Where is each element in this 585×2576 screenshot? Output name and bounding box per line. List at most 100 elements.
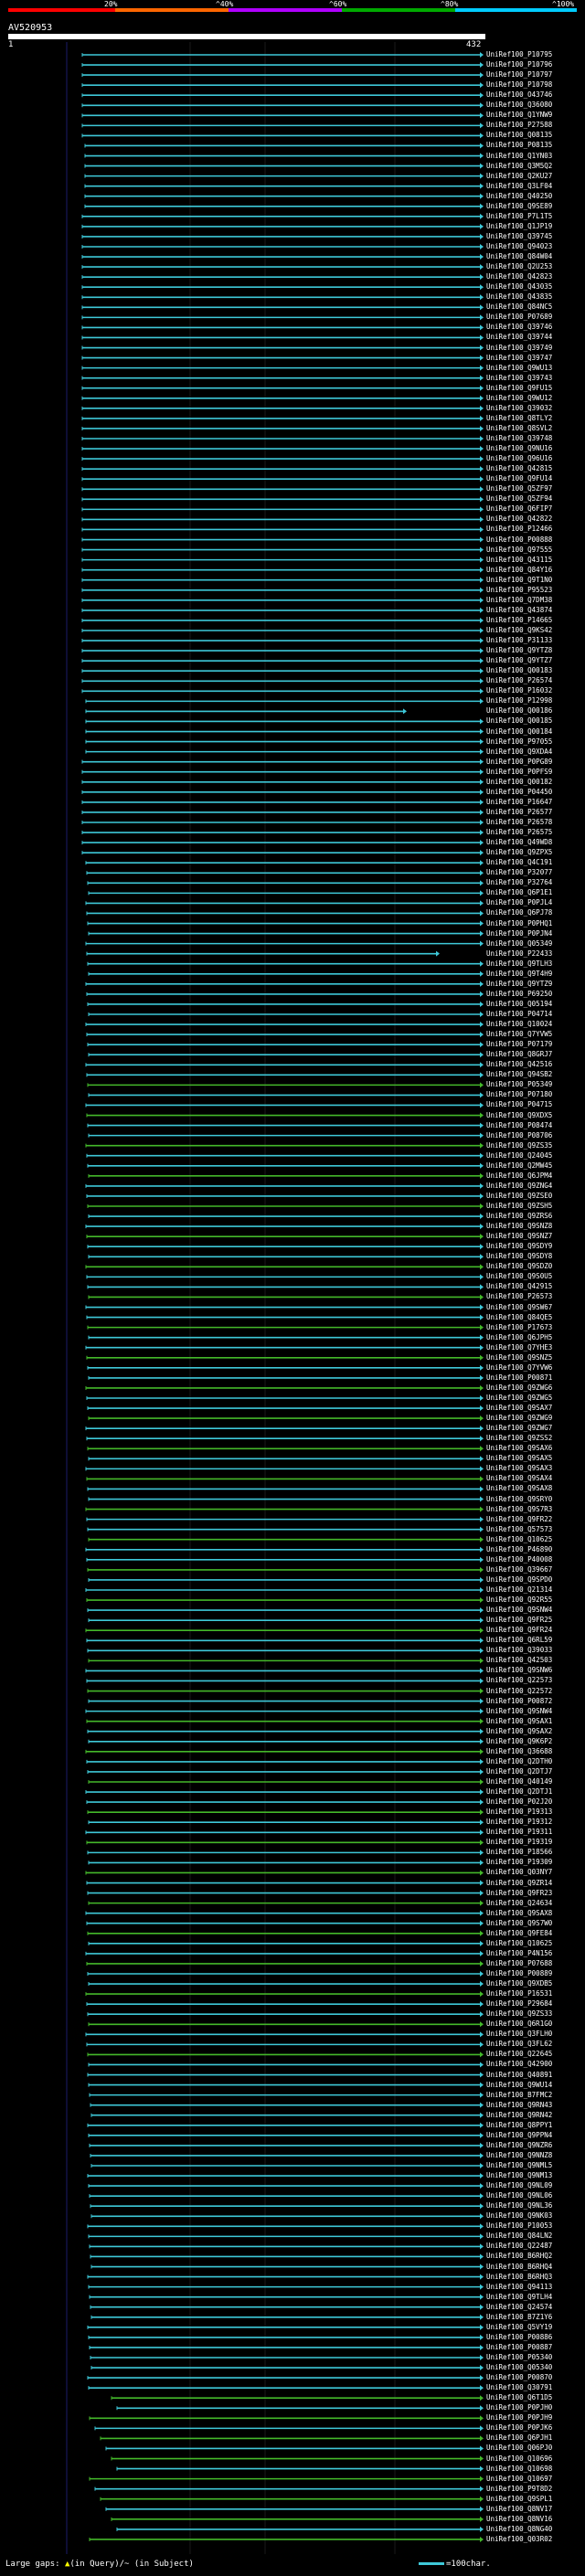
hit-label[interactable]: UniRef100_Q9RN43	[486, 2101, 552, 2109]
hit-label[interactable]: UniRef100_Q39667	[486, 1565, 552, 1574]
hit-label[interactable]: UniRef100_Q10698	[486, 2465, 552, 2473]
hit-label[interactable]: UniRef100_Q10625	[486, 1939, 552, 1947]
hit-label[interactable]: UniRef100_P31133	[486, 637, 552, 644]
hit-label[interactable]: UniRef100_Q9NL06	[486, 2192, 552, 2200]
hit-label[interactable]: UniRef100_Q9WU12	[486, 394, 552, 402]
hit-label[interactable]: UniRef100_Q9ZWG5	[486, 1394, 552, 1402]
hit-label[interactable]: UniRef100_P04714	[486, 1011, 552, 1018]
hit-label[interactable]: UniRef100_P7L1T5	[486, 212, 552, 220]
hit-label[interactable]: UniRef100_Q9S7R3	[486, 1505, 552, 1513]
hit-label[interactable]: UniRef100_P10053	[486, 2222, 552, 2230]
hit-label[interactable]: UniRef100_P07689	[486, 313, 552, 321]
hit-label[interactable]: UniRef100_Q7YHE3	[486, 1343, 552, 1352]
hit-label[interactable]: UniRef100_Q9WU13	[486, 364, 552, 372]
hit-label[interactable]: UniRef100_P16647	[486, 798, 552, 806]
hit-label[interactable]: UniRef100_Q5ZF94	[486, 495, 552, 503]
hit-label[interactable]: UniRef100_Q24574	[486, 2303, 552, 2311]
hit-label[interactable]: UniRef100_Q9WU14	[486, 2081, 552, 2089]
hit-label[interactable]: UniRef100_P08135	[486, 142, 552, 149]
hit-label[interactable]: UniRef100_Q9XDX5	[486, 1111, 552, 1119]
hit-label[interactable]: UniRef100_B6RHQ2	[486, 2253, 552, 2260]
hit-label[interactable]: UniRef100_P07180	[486, 1091, 552, 1098]
hit-label[interactable]: UniRef100_Q9SPL1	[486, 2495, 552, 2503]
hit-label[interactable]: UniRef100_Q84W04	[486, 253, 552, 260]
hit-label[interactable]: UniRef100_P95523	[486, 586, 552, 594]
hit-label[interactable]: UniRef100_Q84Y16	[486, 566, 552, 574]
hit-label[interactable]: UniRef100_Q9ZWG9	[486, 1415, 552, 1422]
hit-label[interactable]: UniRef100_Q9ZPX5	[486, 849, 552, 856]
hit-label[interactable]: UniRef100_P04450	[486, 788, 552, 796]
hit-label[interactable]: UniRef100_P26573	[486, 1293, 552, 1300]
hit-label[interactable]: UniRef100_Q9SAX3	[486, 1465, 552, 1472]
hit-label[interactable]: UniRef100_Q9SAX4	[486, 1475, 552, 1482]
hit-label[interactable]: UniRef100_Q8TLY2	[486, 414, 552, 422]
hit-label[interactable]: UniRef100_Q9KS42	[486, 627, 552, 634]
hit-label[interactable]: UniRef100_Q9FR22	[486, 1515, 552, 1523]
hit-label[interactable]: UniRef100_Q00186	[486, 707, 552, 715]
hit-label[interactable]: UniRef100_Q9PPN4	[486, 2131, 552, 2139]
hit-label[interactable]: UniRef100_Q2U253	[486, 263, 552, 270]
hit-label[interactable]: UniRef100_Q00183	[486, 667, 552, 674]
hit-label[interactable]: UniRef100_Q9NNZ8	[486, 2151, 552, 2159]
hit-label[interactable]: UniRef100_Q9SNZ5	[486, 1353, 552, 1362]
hit-label[interactable]: UniRef100_P10795	[486, 51, 552, 58]
hit-label[interactable]: UniRef100_Q9SE89	[486, 202, 552, 210]
hit-label[interactable]: UniRef100_P0PJL4	[486, 899, 552, 906]
hit-label[interactable]: UniRef100_Q24045	[486, 1151, 552, 1160]
hit-label[interactable]: UniRef100_B7Z1Y6	[486, 2313, 552, 2321]
hit-label[interactable]: UniRef100_P10798	[486, 81, 552, 89]
hit-label[interactable]: UniRef100_P00886	[486, 2333, 552, 2341]
hit-label[interactable]: UniRef100_Q94023	[486, 243, 552, 250]
hit-label[interactable]: UniRef100_Q9SNW4	[486, 1707, 552, 1715]
hit-label[interactable]: UniRef100_Q9NL36	[486, 2202, 552, 2210]
hit-label[interactable]: UniRef100_Q39749	[486, 344, 552, 352]
hit-label[interactable]: UniRef100_Q9TLH3	[486, 959, 552, 968]
hit-label[interactable]: UniRef100_P29684	[486, 2000, 552, 2008]
hit-label[interactable]: UniRef100_Q9NML5	[486, 2162, 552, 2169]
hit-label[interactable]: UniRef100_Q9FU15	[486, 384, 552, 392]
hit-label[interactable]: UniRef100_Q9SNZ7	[486, 1233, 552, 1240]
hit-label[interactable]: UniRef100_Q2KU27	[486, 172, 552, 180]
hit-label[interactable]: UniRef100_Q9SRY0	[486, 1495, 552, 1503]
hit-label[interactable]: UniRef100_Q3M5Q2	[486, 162, 552, 170]
hit-label[interactable]: UniRef100_P00871	[486, 1373, 552, 1382]
hit-label[interactable]: UniRef100_P40008	[486, 1555, 552, 1564]
hit-label[interactable]: UniRef100_Q10697	[486, 2475, 552, 2483]
hit-label[interactable]: UniRef100_Q10625	[486, 1535, 552, 1543]
hit-label[interactable]: UniRef100_P10797	[486, 71, 552, 79]
hit-label[interactable]: UniRef100_Q9RN42	[486, 2111, 552, 2119]
hit-label[interactable]: UniRef100_Q39744	[486, 334, 552, 341]
hit-label[interactable]: UniRef100_Q9SAX8	[486, 1909, 552, 1917]
hit-label[interactable]: UniRef100_Q9NL09	[486, 2182, 552, 2189]
hit-label[interactable]: UniRef100_Q3LF04	[486, 182, 552, 190]
hit-label[interactable]: UniRef100_Q39748	[486, 435, 552, 442]
hit-label[interactable]: UniRef100_Q05349	[486, 939, 552, 948]
hit-label[interactable]: UniRef100_B6RHQ4	[486, 2263, 552, 2271]
hit-label[interactable]: UniRef100_P05340	[486, 2354, 552, 2361]
hit-label[interactable]: UniRef100_O43746	[486, 91, 552, 99]
hit-label[interactable]: UniRef100_P04715	[486, 1101, 552, 1108]
hit-label[interactable]: UniRef100_Q7DM38	[486, 596, 552, 604]
hit-label[interactable]: UniRef100_Q9S7W0	[486, 1919, 552, 1927]
hit-label[interactable]: UniRef100_Q9S0U5	[486, 1273, 552, 1280]
hit-label[interactable]: UniRef100_Q2DTJ7	[486, 1767, 552, 1776]
hit-label[interactable]: UniRef100_Q6R1G0	[486, 2020, 552, 2028]
hit-label[interactable]: UniRef100_Q9FE84	[486, 1929, 552, 1937]
hit-label[interactable]: UniRef100_P08706	[486, 1131, 552, 1140]
hit-label[interactable]: UniRef100_Q9SDY8	[486, 1253, 552, 1260]
hit-label[interactable]: UniRef100_Q42815	[486, 465, 552, 472]
hit-label[interactable]: UniRef100_P16531	[486, 1990, 552, 1998]
hit-label[interactable]: UniRef100_Q9TLH4	[486, 2293, 552, 2301]
hit-label[interactable]: UniRef100_Q9ZNG4	[486, 1182, 552, 1190]
hit-label[interactable]: UniRef100_Q9SAX8	[486, 1485, 552, 1492]
hit-label[interactable]: UniRef100_P46890	[486, 1545, 552, 1553]
hit-label[interactable]: UniRef100_P07179	[486, 1041, 552, 1048]
hit-label[interactable]: UniRef100_P26574	[486, 677, 552, 684]
hit-label[interactable]: UniRef100_Q9FR23	[486, 1889, 552, 1897]
hit-label[interactable]: UniRef100_P17673	[486, 1323, 552, 1331]
hit-label[interactable]: UniRef100_Q8GRJ7	[486, 1051, 552, 1058]
hit-label[interactable]: UniRef100_Q9FR25	[486, 1617, 552, 1624]
hit-label[interactable]: UniRef100_Q08135	[486, 132, 552, 139]
hit-label[interactable]: UniRef100_Q42516	[486, 1061, 552, 1068]
hit-label[interactable]: UniRef100_P00888	[486, 535, 552, 544]
